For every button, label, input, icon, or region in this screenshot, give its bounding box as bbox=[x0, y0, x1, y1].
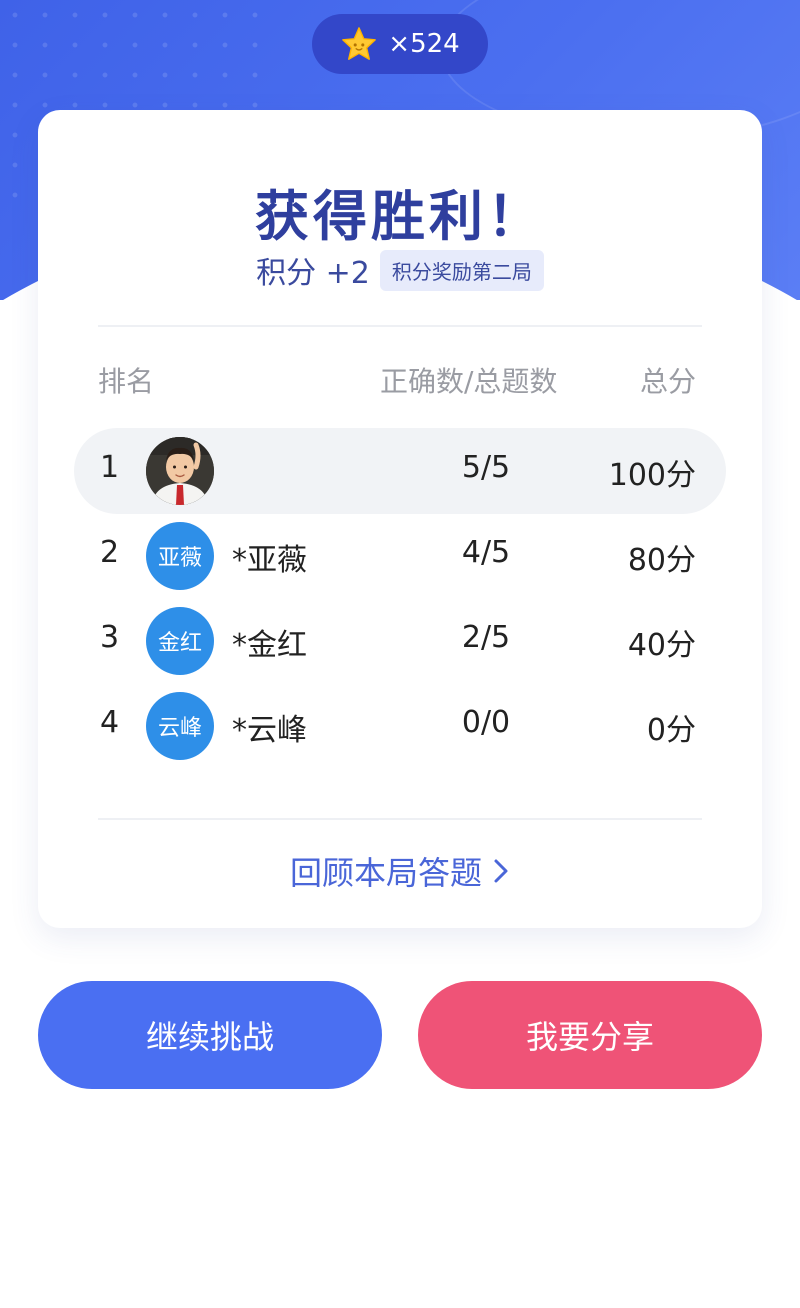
star-icon bbox=[342, 27, 377, 60]
star-counter: ×524 bbox=[312, 14, 488, 74]
player-name: *云峰 bbox=[232, 713, 307, 748]
total-score: 100分 bbox=[608, 458, 696, 493]
ranking-row-1: 1 5/5 100分 bbox=[74, 428, 726, 514]
total-score: 40分 bbox=[627, 628, 696, 663]
result-card: 获得胜利！ 积分 +2 积分奖励第二局 排名 正确数/总题数 总分 1 5/5 bbox=[38, 110, 762, 928]
score-gain: 积分 +2 bbox=[256, 256, 370, 291]
chevron-right-icon bbox=[494, 859, 508, 883]
total-score: 0分 bbox=[646, 713, 696, 748]
header-ratio: 正确数/总题数 bbox=[380, 365, 558, 398]
rank-number: 4 bbox=[100, 705, 120, 740]
correct-ratio: 2/5 bbox=[461, 620, 511, 655]
player-avatar: 亚薇 bbox=[146, 522, 214, 590]
rank-number: 2 bbox=[100, 535, 120, 570]
ranking-row-4: 4 云峰 *云峰 0/0 0分 bbox=[74, 683, 726, 769]
correct-ratio: 4/5 bbox=[461, 535, 511, 570]
ranking-row-3: 3 金红 *金红 2/5 40分 bbox=[74, 598, 726, 684]
correct-ratio: 0/0 bbox=[461, 705, 511, 740]
review-answers-label: 回顾本局答题 bbox=[289, 854, 482, 892]
victory-title: 获得胜利！ bbox=[255, 185, 545, 248]
divider-top bbox=[98, 325, 702, 327]
score-line: 积分 +2 积分奖励第二局 bbox=[38, 248, 762, 292]
star-count: ×524 bbox=[388, 29, 460, 59]
user-photo-avatar bbox=[146, 437, 214, 505]
header-total: 总分 bbox=[639, 365, 696, 398]
review-answers-link[interactable]: 回顾本局答题 bbox=[38, 848, 762, 894]
correct-ratio: 5/5 bbox=[461, 450, 511, 485]
total-score: 80分 bbox=[627, 543, 696, 578]
share-button[interactable]: 我要分享 bbox=[418, 981, 762, 1089]
player-avatar: 金红 bbox=[146, 607, 214, 675]
continue-challenge-button[interactable]: 继续挑战 bbox=[38, 981, 382, 1089]
player-avatar: 云峰 bbox=[146, 692, 214, 760]
score-bonus-tag: 积分奖励第二局 bbox=[379, 249, 544, 291]
rank-number: 3 bbox=[100, 620, 120, 655]
ranking-row-2: 2 亚薇 *亚薇 4/5 80分 bbox=[74, 513, 726, 599]
header-rank: 排名 bbox=[98, 365, 155, 398]
player-name: *金红 bbox=[232, 628, 307, 663]
player-name: *亚薇 bbox=[232, 543, 307, 578]
rank-number: 1 bbox=[100, 450, 120, 485]
divider-bottom bbox=[98, 818, 702, 820]
